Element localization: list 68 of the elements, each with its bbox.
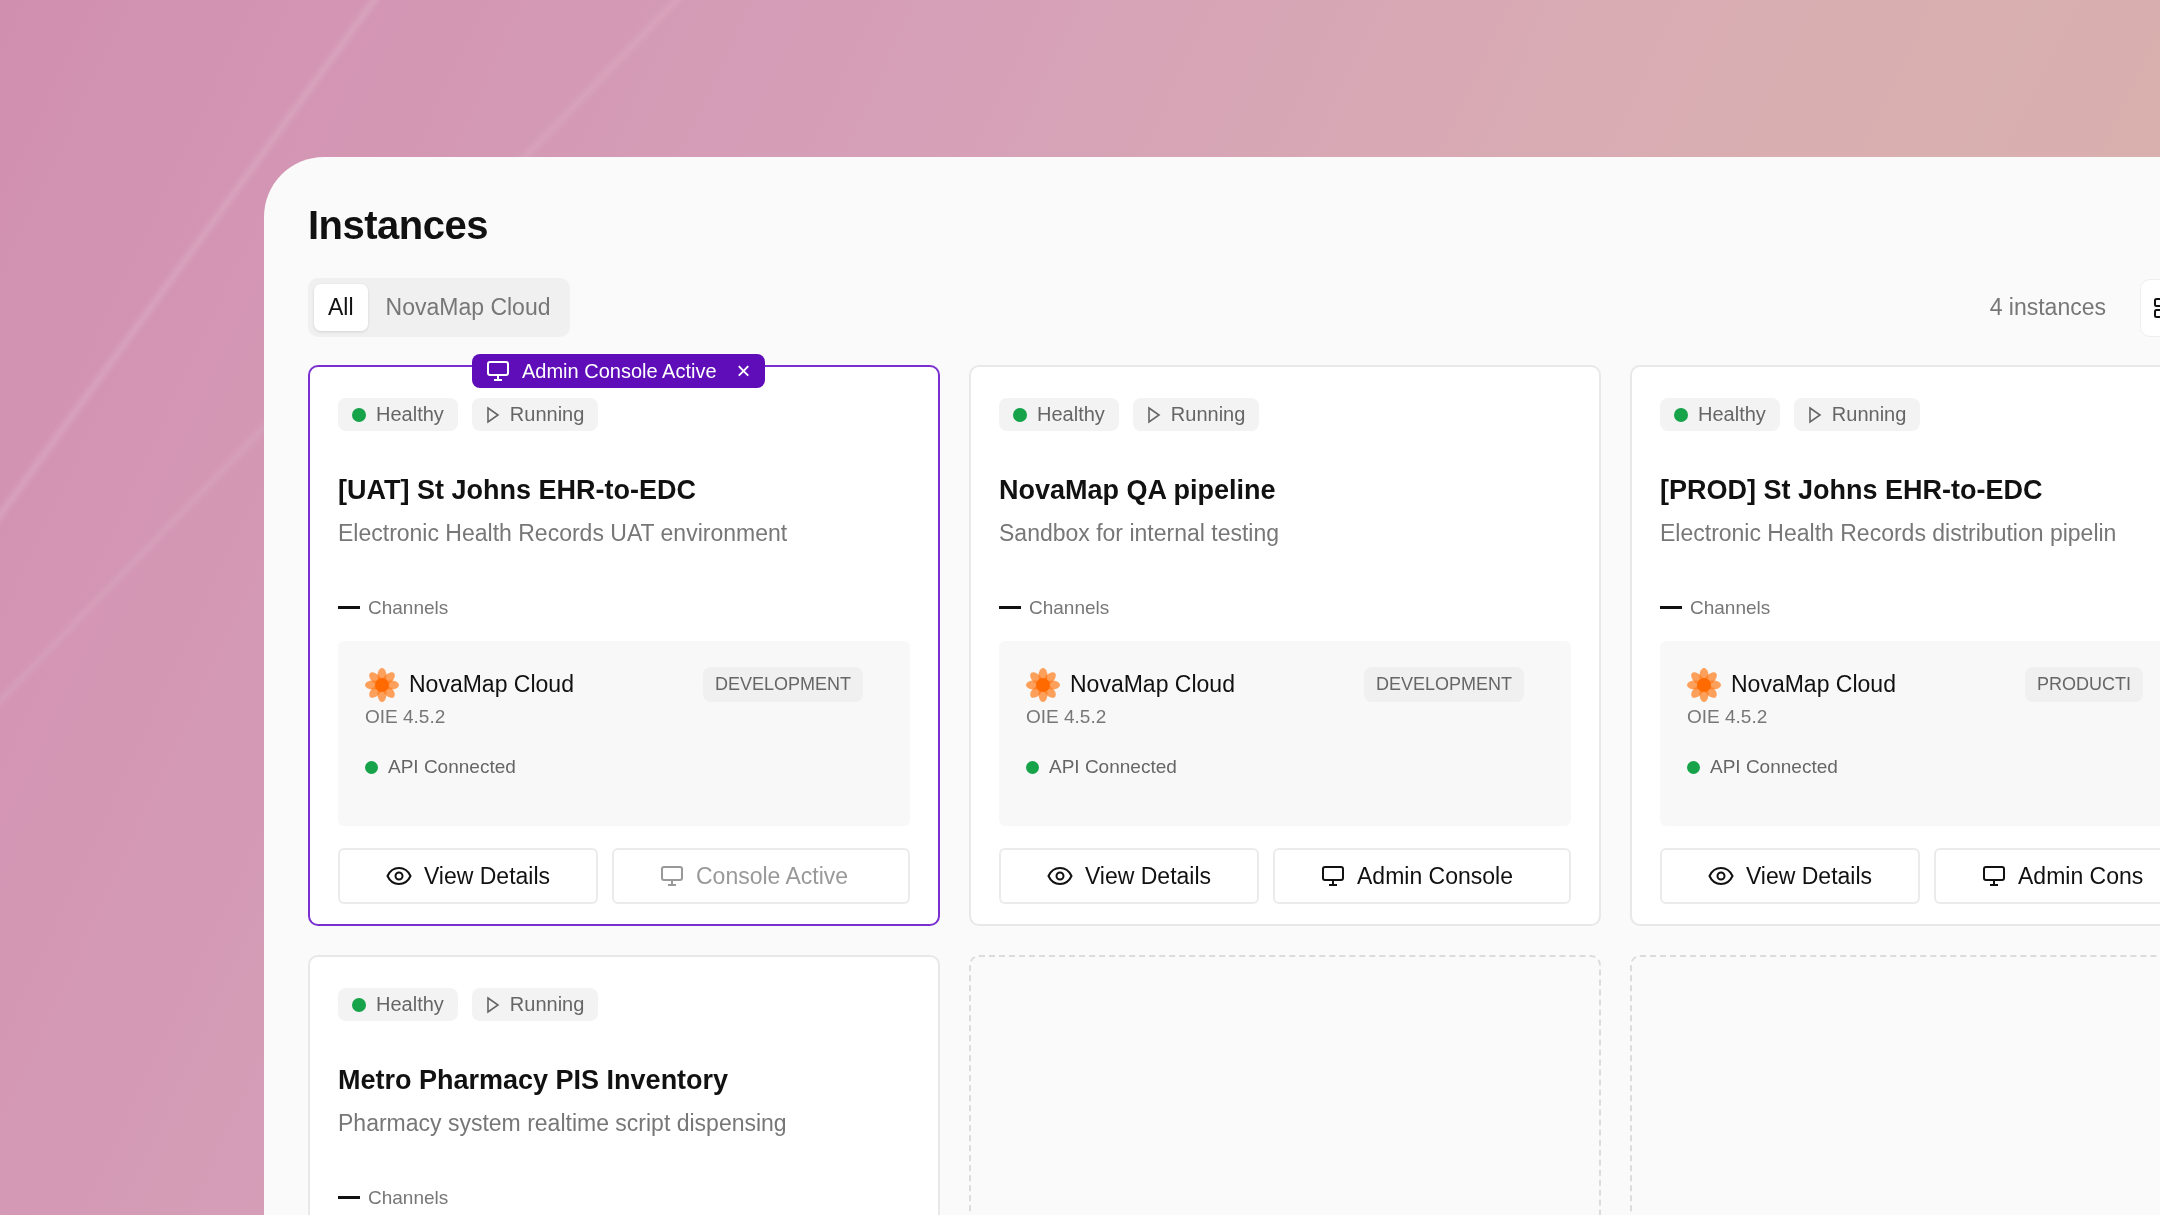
channels-label: Channels (1690, 597, 1771, 619)
filter-tab[interactable]: All (314, 284, 368, 331)
api-status: API Connected (388, 756, 516, 778)
api-status: API Connected (1049, 756, 1177, 778)
play-icon (1146, 405, 1161, 424)
api-status: API Connected (1710, 756, 1838, 778)
status-badge: Running (471, 398, 599, 431)
logo-icon (365, 667, 399, 702)
play-icon (485, 405, 500, 424)
close-button[interactable]: × (728, 359, 751, 383)
view-details-button[interactable]: View Details (1660, 848, 1920, 904)
version-text: OIE 4.5.2 (365, 706, 447, 728)
monitor-icon (1982, 865, 2006, 887)
status-badge: Running (1793, 398, 1921, 431)
status-dot (1013, 407, 1027, 422)
health-badge: Healthy (338, 988, 458, 1021)
status-dot (1026, 760, 1039, 774)
environment-tag: DEVELOPMENT (703, 667, 864, 702)
environment-tag: DEVELOPMENT (1364, 667, 1525, 702)
version-text: OIE 4.5.2 (1026, 706, 1108, 728)
dash-icon (338, 606, 360, 610)
eye-icon (1046, 866, 1073, 886)
dash-icon (999, 606, 1021, 610)
monitor-icon (660, 865, 684, 887)
monitor-icon (1321, 865, 1345, 887)
eye-icon (385, 866, 412, 886)
instance-count: 4 instances (1989, 294, 2106, 321)
provider-name: NovaMap Cloud (409, 671, 575, 698)
page-title: Instances (308, 203, 490, 248)
channels-label: Channels (368, 1187, 449, 1209)
status-dot (1674, 407, 1688, 422)
logo-icon (1026, 667, 1060, 702)
instance-description: Pharmacy system realtime script dispensing (338, 1110, 788, 1137)
channels-label: Channels (368, 597, 449, 619)
status-dot (352, 997, 366, 1012)
status-badge: Running (1132, 398, 1260, 431)
admin-console-button[interactable]: Admin Console (1273, 848, 1571, 904)
environment-tag: PRODUCTI (2025, 667, 2143, 702)
instance-name: NovaMap QA pipeline (999, 475, 1277, 506)
instance-name: Metro Pharmacy PIS Inventory (338, 1065, 730, 1096)
dash-icon (1660, 606, 1682, 610)
status-dot (1687, 760, 1700, 774)
banner-text: Admin Console Active (522, 359, 717, 383)
filter-tab[interactable]: NovaMap Cloud (371, 284, 565, 331)
logo-icon (1687, 667, 1721, 702)
play-icon (485, 995, 500, 1014)
channels-label: Channels (1029, 597, 1110, 619)
view-details-button[interactable]: View Details (338, 848, 598, 904)
instance-name: [PROD] St Johns EHR-to-EDC (1660, 475, 2044, 506)
eye-icon (1707, 866, 1734, 886)
provider-name: NovaMap Cloud (1070, 671, 1236, 698)
dash-icon (338, 1196, 360, 1200)
instance-description: Electronic Health Records UAT environment (338, 520, 789, 547)
instance-description: Electronic Health Records distribution pipelin (1660, 520, 2118, 547)
provider-name: NovaMap Cloud (1731, 671, 1897, 698)
health-badge: Healthy (999, 398, 1119, 431)
monitor-icon (486, 360, 510, 382)
admin-console-button[interactable]: Admin Cons (1934, 848, 2160, 904)
instance-name: [UAT] St Johns EHR-to-EDC (338, 475, 697, 506)
play-icon (1807, 405, 1822, 424)
status-badge: Running (471, 988, 599, 1021)
version-text: OIE 4.5.2 (1687, 706, 1769, 728)
health-badge: Healthy (338, 398, 458, 431)
status-dot (352, 407, 366, 422)
status-dot (365, 760, 378, 774)
view-details-button[interactable]: View Details (999, 848, 1259, 904)
health-badge: Healthy (1660, 398, 1780, 431)
instance-description: Sandbox for internal testing (999, 520, 1280, 547)
